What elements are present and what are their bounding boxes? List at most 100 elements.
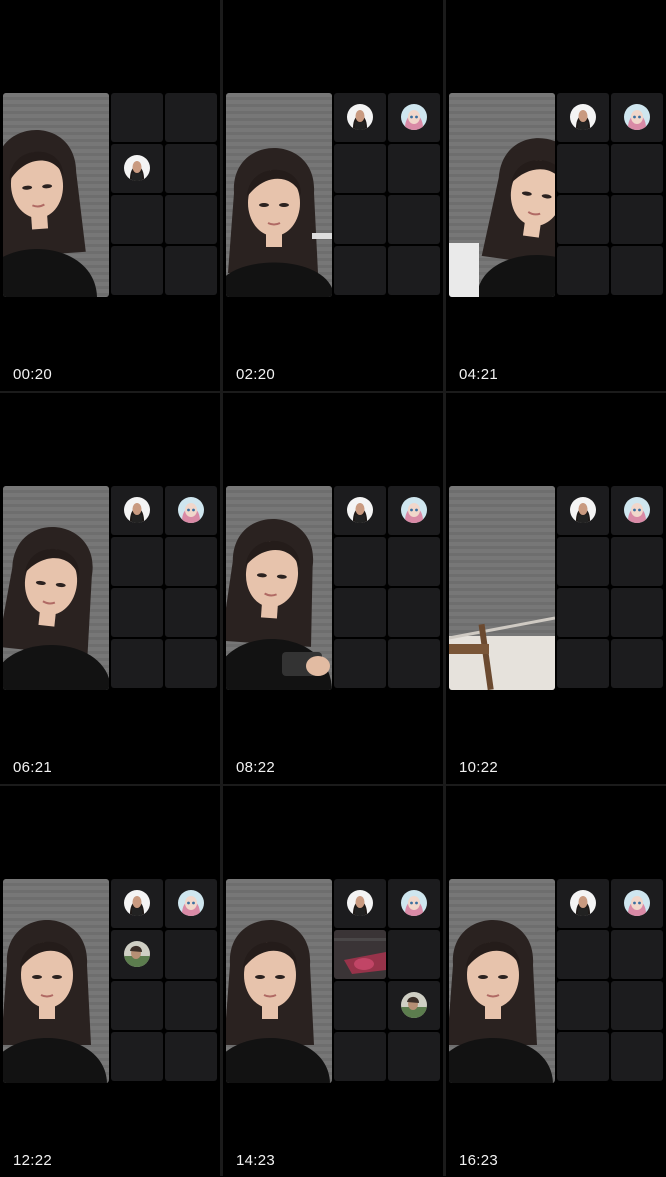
participant-avatar-pink-hair bbox=[624, 104, 650, 130]
call-grid bbox=[3, 879, 217, 1083]
participant-avatar-dark-hair bbox=[347, 104, 373, 130]
main-video-feed[interactable] bbox=[449, 879, 555, 1083]
participant-slot[interactable] bbox=[388, 93, 440, 142]
empty-participant-slot bbox=[111, 1032, 163, 1081]
empty-participant-slot bbox=[611, 195, 663, 244]
call-thumbnail[interactable]: 14:23 bbox=[223, 786, 443, 1177]
call-thumbnail[interactable]: 16:23 bbox=[446, 786, 666, 1177]
empty-participant-slot bbox=[557, 246, 609, 295]
participant-avatar-pink-hair bbox=[624, 890, 650, 916]
participant-slot[interactable] bbox=[557, 93, 609, 142]
participant-slot[interactable] bbox=[388, 879, 440, 928]
main-video-feed[interactable] bbox=[226, 879, 332, 1083]
empty-participant-slot bbox=[557, 639, 609, 688]
empty-participant-slot bbox=[557, 981, 609, 1030]
empty-participant-slot bbox=[165, 639, 217, 688]
empty-participant-slot bbox=[611, 1032, 663, 1081]
call-thumbnail[interactable]: 10:22 bbox=[446, 393, 666, 784]
participant-slot[interactable] bbox=[557, 879, 609, 928]
main-video-feed[interactable] bbox=[3, 93, 109, 297]
main-video-feed[interactable] bbox=[449, 486, 555, 690]
empty-participant-slot bbox=[111, 981, 163, 1030]
participant-slot[interactable] bbox=[111, 486, 163, 535]
timestamp-label: 02:20 bbox=[236, 366, 276, 383]
participant-slot[interactable] bbox=[557, 486, 609, 535]
participant-slot[interactable] bbox=[165, 486, 217, 535]
empty-participant-slot bbox=[557, 588, 609, 637]
main-video-feed[interactable] bbox=[3, 879, 109, 1083]
participant-slot[interactable] bbox=[334, 93, 386, 142]
empty-participant-slot bbox=[334, 144, 386, 193]
empty-participant-slot bbox=[111, 93, 163, 142]
participant-slot[interactable] bbox=[165, 879, 217, 928]
participant-slot[interactable] bbox=[388, 981, 440, 1030]
empty-participant-slot bbox=[611, 930, 663, 979]
empty-participant-slot bbox=[611, 246, 663, 295]
participant-avatar-dark-hair bbox=[570, 890, 596, 916]
participant-avatar-photo-avatar bbox=[401, 992, 427, 1018]
empty-participant-slot bbox=[611, 537, 663, 586]
empty-participant-slot bbox=[334, 246, 386, 295]
empty-participant-slot bbox=[557, 1032, 609, 1081]
participant-slot[interactable] bbox=[388, 486, 440, 535]
participant-slot[interactable] bbox=[334, 879, 386, 928]
empty-participant-slot bbox=[111, 246, 163, 295]
timestamp-label: 08:22 bbox=[236, 759, 276, 776]
main-video-feed[interactable] bbox=[226, 93, 332, 297]
empty-participant-slot bbox=[388, 639, 440, 688]
participant-video-tile[interactable] bbox=[334, 930, 386, 979]
participant-slot[interactable] bbox=[611, 93, 663, 142]
empty-participant-slot bbox=[165, 195, 217, 244]
empty-participant-slot bbox=[165, 981, 217, 1030]
participant-avatar-pink-hair bbox=[401, 497, 427, 523]
main-video-feed[interactable] bbox=[3, 486, 109, 690]
empty-participant-slot bbox=[111, 639, 163, 688]
participant-avatar-photo-avatar bbox=[124, 941, 150, 967]
call-grid bbox=[449, 879, 663, 1083]
call-grid bbox=[3, 93, 217, 297]
call-thumbnail[interactable]: 02:20 bbox=[223, 0, 443, 391]
empty-participant-slot bbox=[611, 981, 663, 1030]
empty-participant-slot bbox=[557, 537, 609, 586]
empty-participant-slot bbox=[611, 144, 663, 193]
empty-participant-slot bbox=[165, 144, 217, 193]
participant-avatar-pink-hair bbox=[178, 890, 204, 916]
empty-participant-slot bbox=[388, 537, 440, 586]
participant-slot[interactable] bbox=[334, 486, 386, 535]
empty-participant-slot bbox=[165, 1032, 217, 1081]
empty-participant-slot bbox=[388, 195, 440, 244]
call-grid bbox=[3, 486, 217, 690]
participant-avatar-pink-hair bbox=[401, 890, 427, 916]
participant-slot[interactable] bbox=[611, 879, 663, 928]
empty-participant-slot bbox=[388, 930, 440, 979]
call-thumbnail[interactable]: 04:21 bbox=[446, 0, 666, 391]
participant-slot[interactable] bbox=[611, 486, 663, 535]
participant-slot[interactable] bbox=[111, 144, 163, 193]
empty-participant-slot bbox=[165, 246, 217, 295]
timestamp-label: 12:22 bbox=[13, 1152, 53, 1169]
call-grid bbox=[226, 879, 440, 1083]
empty-participant-slot bbox=[611, 588, 663, 637]
call-thumbnail[interactable]: 00:20 bbox=[0, 0, 220, 391]
empty-participant-slot bbox=[111, 537, 163, 586]
participant-avatar-pink-hair bbox=[401, 104, 427, 130]
timestamp-label: 16:23 bbox=[459, 1152, 499, 1169]
participant-avatar-dark-hair bbox=[124, 890, 150, 916]
participant-avatar-dark-hair bbox=[124, 497, 150, 523]
empty-participant-slot bbox=[334, 1032, 386, 1081]
empty-participant-slot bbox=[334, 588, 386, 637]
call-grid bbox=[226, 93, 440, 297]
empty-participant-slot bbox=[388, 246, 440, 295]
participant-slot[interactable] bbox=[111, 879, 163, 928]
call-thumbnail[interactable]: 12:22 bbox=[0, 786, 220, 1177]
timestamp-label: 00:20 bbox=[13, 366, 53, 383]
call-thumbnail[interactable]: 08:22 bbox=[223, 393, 443, 784]
empty-participant-slot bbox=[165, 93, 217, 142]
call-grid bbox=[226, 486, 440, 690]
empty-participant-slot bbox=[165, 588, 217, 637]
participant-slot[interactable] bbox=[111, 930, 163, 979]
call-thumbnail[interactable]: 06:21 bbox=[0, 393, 220, 784]
main-video-feed[interactable] bbox=[449, 93, 555, 297]
participant-avatar-dark-hair bbox=[124, 155, 150, 181]
main-video-feed[interactable] bbox=[226, 486, 332, 690]
